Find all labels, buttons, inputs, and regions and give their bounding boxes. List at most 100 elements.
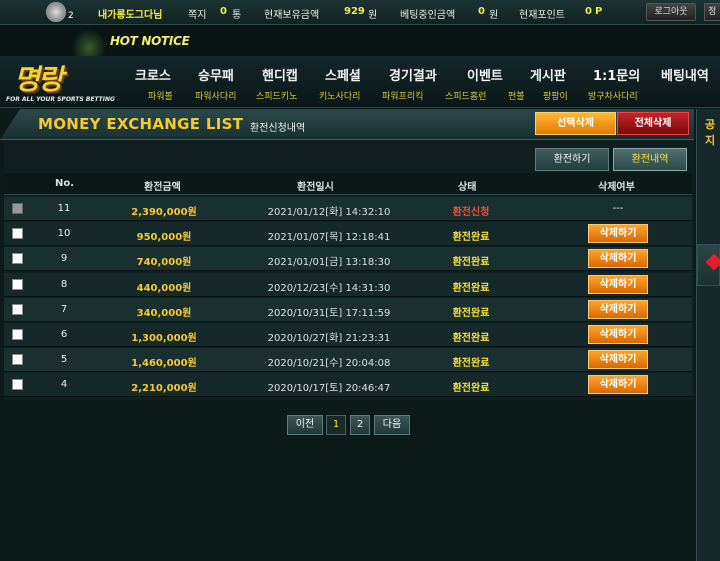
- nav-special[interactable]: 스페셜: [325, 65, 361, 84]
- row-checkbox[interactable]: [12, 354, 23, 366]
- row-no: 9: [60, 253, 68, 265]
- level-number: 2: [68, 11, 74, 21]
- nav-cross[interactable]: 크로스: [135, 65, 171, 84]
- notice-bar: [0, 26, 720, 56]
- right-side-panel: [696, 109, 720, 561]
- delete-button[interactable]: 삭제하기: [588, 299, 648, 319]
- delete-button[interactable]: 삭제하기: [588, 249, 648, 269]
- pagination-page-2[interactable]: 2: [350, 415, 370, 435]
- balance-label: 현재보유금액: [264, 10, 320, 21]
- row-amount: 2,210,000원: [131, 383, 197, 395]
- delete-all-button[interactable]: 전체삭제: [617, 112, 689, 135]
- tab-exchange[interactable]: 환전하기: [535, 148, 609, 171]
- row-no: 4: [60, 379, 68, 391]
- col-header-date: 환전일시: [297, 182, 334, 193]
- row-status: 환전완료: [452, 307, 490, 319]
- betting-value: 0: [478, 6, 485, 17]
- row-amount: 950,000원: [136, 232, 192, 244]
- row-checkbox[interactable]: [12, 303, 23, 315]
- nav-win-draw-lose[interactable]: 승무패: [198, 65, 234, 84]
- row-no: 11: [57, 203, 71, 214]
- row-checkbox[interactable]: [12, 278, 23, 290]
- row-status: 환전완료: [452, 333, 490, 344]
- nickname: 내가롱도그다님: [98, 10, 163, 21]
- row-checkbox[interactable]: [12, 329, 23, 340]
- subnav-powerball[interactable]: 파워볼: [148, 89, 173, 102]
- delete-button[interactable]: 삭제하기: [588, 224, 648, 244]
- row-status: 환전완료: [452, 257, 490, 269]
- delete-button[interactable]: 삭제하기: [588, 375, 648, 395]
- row-status: 환전신청: [452, 207, 490, 218]
- row-checkbox: [12, 203, 23, 214]
- points-unit: P: [595, 6, 603, 17]
- row-no: 10: [57, 228, 71, 240]
- betting-unit: 원: [489, 10, 499, 21]
- table-row: 10 950,000원 2021/01/07[목] 12:18:41 환전완료 삭제하기: [4, 222, 692, 247]
- row-no: 7: [60, 303, 68, 315]
- row-amount: 1,300,000원: [131, 333, 197, 344]
- nav-handicap[interactable]: 핸디캡: [262, 65, 298, 84]
- row-date: 2021/01/07[목] 12:18:41: [267, 232, 391, 244]
- row-checkbox[interactable]: [12, 379, 23, 391]
- nav-board[interactable]: 게시판: [530, 65, 566, 84]
- table-row: 7 340,000원 2020/10/31[토] 17:11:59 환전완료 삭제하기: [4, 297, 692, 322]
- side-panel-title: 공지: [705, 118, 716, 147]
- row-status: 환전완료: [452, 358, 490, 370]
- mail-label[interactable]: 쪽지: [188, 6, 206, 21]
- row-amount: 1,460,000원: [131, 358, 197, 370]
- subnav-speed-keno[interactable]: 스피드키노: [256, 89, 297, 102]
- tab-exchange-history[interactable]: 환전내역: [613, 148, 687, 171]
- table-row: 11 2,390,000원 2021/01/12[화] 14:32:10 환전신청 --…: [4, 197, 692, 221]
- col-header-delete: 삭제여부: [598, 182, 635, 193]
- row-no: 5: [60, 354, 68, 366]
- row-amount: 2,390,000원: [131, 207, 197, 218]
- row-date: 2021/01/12[화] 14:32:10: [267, 207, 391, 218]
- delete-button[interactable]: 삭제하기: [588, 350, 648, 370]
- mail-unit: 통: [232, 10, 242, 21]
- site-logo[interactable]: 명랑: [14, 58, 64, 98]
- row-amount: 440,000원: [136, 282, 192, 294]
- pagination-prev[interactable]: 이전: [287, 415, 323, 435]
- subnav-pangpangi[interactable]: 팡팡이: [543, 89, 568, 102]
- delete-button[interactable]: 삭제하기: [588, 325, 648, 344]
- select-delete-button[interactable]: 선택삭제: [535, 112, 616, 135]
- row-date: 2020/12/23[수] 14:31:30: [267, 282, 391, 294]
- extra-button[interactable]: 정: [704, 3, 720, 21]
- points-label: 현재포인트: [519, 10, 565, 21]
- betting-label: 베팅중인금액: [400, 10, 456, 21]
- subnav-power-ladder[interactable]: 파워사다리: [195, 89, 236, 102]
- mail-count[interactable]: 0: [220, 6, 227, 17]
- row-amount: 740,000원: [136, 257, 192, 269]
- nav-event[interactable]: 이벤트: [467, 65, 503, 84]
- balance-value: 929: [344, 6, 365, 17]
- level-badge-icon: [46, 2, 66, 22]
- subnav-speed-homerun[interactable]: 스피드홈런: [445, 89, 486, 102]
- row-checkbox[interactable]: [12, 253, 23, 265]
- row-delete-disabled: ---: [612, 203, 624, 214]
- nav-bet-history[interactable]: 베팅내역: [661, 65, 709, 84]
- row-date: 2021/01/01[금] 13:18:30: [267, 257, 391, 269]
- row-checkbox[interactable]: [12, 228, 23, 240]
- nav-results[interactable]: 경기결과: [389, 65, 437, 84]
- table-row: 8 440,000원 2020/12/23[수] 14:31:30 환전완료 삭제하기: [4, 272, 692, 297]
- subnav-keno-ladder[interactable]: 키노사다리: [319, 89, 360, 102]
- nav-inquiry[interactable]: 1:1문의: [593, 65, 640, 84]
- palm-tree-icon: [72, 28, 106, 56]
- logo-slogan: FOR ALL YOUR SPORTS BETTING: [6, 96, 115, 103]
- logout-button[interactable]: 로그아웃: [646, 3, 696, 21]
- row-no: 6: [60, 329, 68, 340]
- table-row: 9 740,000원 2021/01/01[금] 13:18:30 환전완료 삭제하기: [4, 247, 692, 272]
- pagination-page-1[interactable]: 1: [326, 415, 346, 435]
- row-date: 2020/10/21[수] 20:04:08: [267, 358, 391, 370]
- title-bar-corner: [0, 109, 20, 140]
- row-status: 환전완료: [452, 282, 490, 294]
- pagination-next[interactable]: 다음: [374, 415, 410, 435]
- subnav-power-freekick[interactable]: 파워프리킥: [382, 89, 423, 102]
- delete-button[interactable]: 삭제하기: [588, 274, 648, 294]
- table-row: 5 1,460,000원 2020/10/21[수] 20:04:08 환전완료 삭제하…: [4, 348, 692, 373]
- row-amount: 340,000원: [136, 307, 192, 319]
- row-status: 환전완료: [452, 383, 490, 395]
- col-header-amount: 환전금액: [144, 182, 181, 193]
- subnav-fart-car-ladder[interactable]: 방구차사다리: [588, 89, 638, 102]
- subnav-funball[interactable]: 펀볼: [508, 89, 525, 102]
